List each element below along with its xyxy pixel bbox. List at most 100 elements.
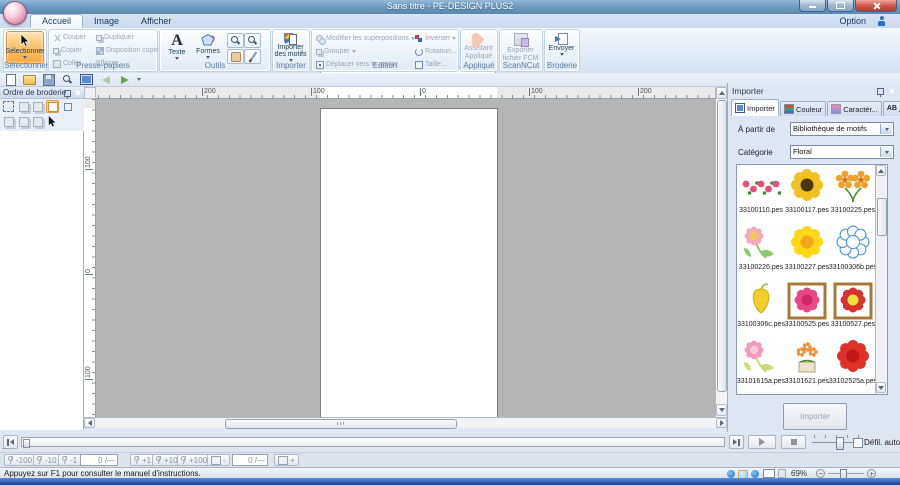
- tab-importer[interactable]: Importer: [731, 99, 779, 116]
- tab-accueil[interactable]: Accueil: [30, 14, 83, 28]
- export-fcm-button[interactable]: Exporter fichier FCM: [502, 31, 539, 62]
- play-button[interactable]: [748, 435, 776, 449]
- tab-couleur[interactable]: Couleur: [780, 101, 826, 116]
- design-property-button[interactable]: [80, 74, 93, 85]
- zoom-out-button[interactable]: [244, 33, 261, 48]
- tab-afficher[interactable]: Afficher: [130, 14, 182, 28]
- import-motif-button[interactable]: Importer: [783, 403, 847, 430]
- stop-button[interactable]: [781, 435, 806, 449]
- maximize-button[interactable]: [827, 0, 854, 12]
- text-button[interactable]: A Texte: [164, 31, 190, 62]
- duplicate-button[interactable]: Dupliquer: [96, 32, 134, 43]
- hscroll-thumb[interactable]: [225, 419, 457, 429]
- category-select[interactable]: Floral: [790, 145, 894, 159]
- square-view-button[interactable]: [61, 100, 74, 113]
- scroll-right-button[interactable]: [716, 418, 727, 428]
- new-button[interactable]: [4, 74, 17, 85]
- frame-view-button[interactable]: [46, 100, 59, 113]
- frame-count-field[interactable]: 0 /—: [232, 454, 268, 466]
- rotation-button[interactable]: Rotation...: [415, 46, 457, 57]
- motif-item[interactable]: 33102525a.pes: [830, 337, 876, 394]
- stitch-plus-100-button[interactable]: +100: [177, 454, 211, 466]
- pick-button[interactable]: [46, 115, 59, 128]
- vscroll-thumb[interactable]: [717, 100, 727, 392]
- toolbar-overflow-icon[interactable]: [137, 78, 141, 81]
- view-mode-button[interactable]: [763, 469, 775, 478]
- tab-caracteristiques[interactable]: Caractér...: [827, 101, 882, 116]
- grid-scroll-down[interactable]: [876, 382, 886, 393]
- help-icon[interactable]: [877, 16, 886, 26]
- app-logo-icon[interactable]: [3, 1, 27, 25]
- zoom-in-button[interactable]: [227, 33, 244, 48]
- option-menu[interactable]: Option: [839, 16, 866, 26]
- tab-attributs[interactable]: ABAttribut...: [883, 101, 900, 116]
- save-button[interactable]: [42, 74, 55, 85]
- vertical-scrollbar[interactable]: [715, 87, 727, 417]
- grid-scroll-up[interactable]: [876, 165, 886, 176]
- minimize-button[interactable]: [799, 0, 826, 12]
- motif-item[interactable]: 33101615a.pes: [738, 337, 784, 394]
- select-button[interactable]: Sélectionner: [6, 31, 44, 64]
- import-patterns-button[interactable]: Importer des motifs: [274, 31, 307, 62]
- motif-item[interactable]: 33100306b.pes: [830, 223, 876, 280]
- motif-item[interactable]: 33100226.pes: [738, 223, 784, 280]
- motif-item[interactable]: 33100527.pes: [830, 280, 876, 337]
- pin-icon[interactable]: [877, 88, 884, 95]
- zoom-in-button[interactable]: [867, 469, 876, 478]
- design-canvas[interactable]: [96, 99, 715, 417]
- view-stitch-button[interactable]: [727, 470, 735, 478]
- cut-button[interactable]: Couper: [53, 32, 86, 43]
- stitch-minus-1-button[interactable]: -1: [58, 454, 81, 466]
- zoom-out-button[interactable]: [816, 469, 825, 478]
- stitch-progress-thumb[interactable]: [23, 439, 30, 448]
- undo-button[interactable]: [99, 74, 112, 85]
- move-down-button[interactable]: [31, 100, 44, 113]
- motif-item[interactable]: 33101621.pes: [784, 337, 830, 394]
- motif-item[interactable]: 33100227.pes: [784, 223, 830, 280]
- scroll-down-button[interactable]: [716, 404, 727, 416]
- motif-item[interactable]: 33100306c.pes: [738, 280, 784, 337]
- speed-slider-thumb[interactable]: [836, 437, 844, 450]
- flip-button[interactable]: Inverser: [415, 33, 456, 44]
- modify-overlaps-button[interactable]: Modifier les superpositions: [316, 33, 415, 44]
- color-order-button[interactable]: [2, 115, 15, 128]
- motif-item[interactable]: 33100525.pes: [784, 280, 830, 337]
- copy-button[interactable]: Copier: [53, 45, 82, 56]
- applique-wizard-button[interactable]: Assistant Appliqué: [462, 31, 495, 62]
- select-all-button[interactable]: [2, 100, 15, 113]
- hide-button[interactable]: [31, 115, 44, 128]
- tab-image[interactable]: Image: [83, 14, 130, 28]
- view-solid-button[interactable]: [751, 470, 759, 478]
- grid-scroll-thumb[interactable]: [877, 198, 887, 236]
- group-button[interactable]: Grouper: [316, 46, 356, 57]
- stitch-count-field[interactable]: 0 /—: [80, 454, 118, 466]
- grid-scrollbar[interactable]: [875, 165, 887, 394]
- design-page[interactable]: [320, 108, 498, 417]
- panel-close-icon[interactable]: [889, 88, 894, 93]
- design-property-status-icon[interactable]: [778, 469, 786, 478]
- stitch-progress-track[interactable]: [21, 437, 725, 447]
- send-button[interactable]: Envoyer: [546, 31, 577, 62]
- motif-item[interactable]: 33100110.pes: [738, 166, 784, 223]
- from-select[interactable]: Bibliothèque de motifs: [790, 122, 894, 136]
- go-first-button[interactable]: [3, 435, 18, 449]
- zoom-tool-button[interactable]: [61, 74, 74, 85]
- go-last-button[interactable]: [729, 435, 744, 449]
- stitch-minus-100-button[interactable]: -100: [4, 454, 36, 466]
- move-up-button[interactable]: [17, 100, 30, 113]
- frame-minus-button[interactable]: -: [207, 454, 230, 466]
- horizontal-scrollbar[interactable]: [84, 417, 727, 428]
- auto-scroll-checkbox[interactable]: [853, 438, 863, 448]
- lock-button[interactable]: [17, 115, 30, 128]
- scroll-up-button[interactable]: [716, 87, 727, 99]
- open-button[interactable]: [23, 74, 36, 85]
- shapes-button[interactable]: Formes: [193, 31, 223, 62]
- motif-item[interactable]: 33100225.pes: [830, 166, 876, 223]
- frame-plus-button[interactable]: +: [274, 454, 299, 466]
- array-copies-button[interactable]: Disposition copies: [96, 45, 168, 56]
- dropdown-button[interactable]: [880, 147, 892, 157]
- dropdown-button[interactable]: [880, 124, 892, 134]
- panel-close-icon[interactable]: [75, 90, 80, 95]
- close-button[interactable]: [855, 0, 897, 12]
- motif-item[interactable]: 33100117.pes: [784, 166, 830, 223]
